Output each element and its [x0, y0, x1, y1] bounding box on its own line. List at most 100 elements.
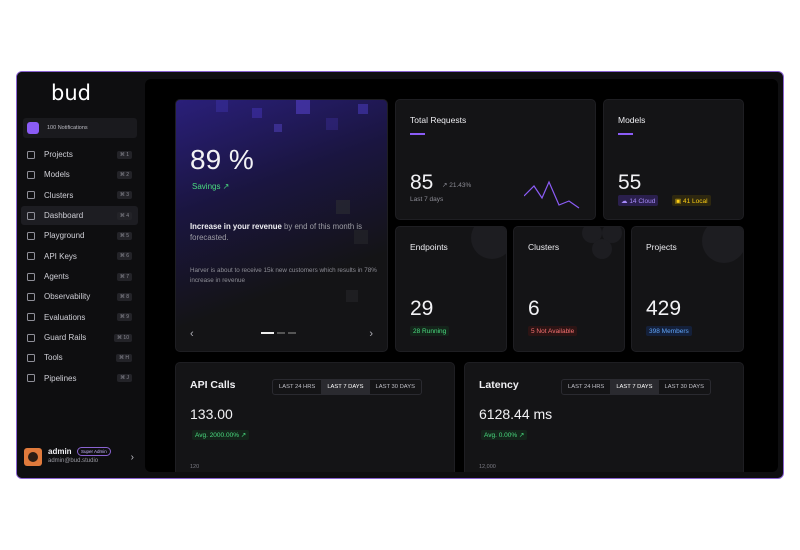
shortcut-badge: ⌘ 8: [116, 292, 132, 301]
models-icon: [27, 170, 35, 179]
forecast-headline: Increase in your revenue by end of this …: [190, 221, 370, 243]
y-axis-tick: 120: [190, 464, 200, 470]
models-card[interactable]: Models 55 ☁ 14 Cloud ▣ 41 Local: [603, 99, 744, 220]
api-calls-value: 133.00: [190, 406, 233, 422]
sidebar-item-label: Clusters: [44, 190, 74, 200]
logo-text: bud: [51, 81, 91, 105]
role-badge: Super Admin: [77, 447, 111, 456]
dashboard-icon: [27, 211, 35, 220]
shortcut-badge: ⌘ 2: [116, 170, 132, 179]
tools-icon: [27, 353, 35, 362]
sidebar-item-agents[interactable]: Agents ⌘ 7: [21, 267, 138, 286]
card-title: API Calls: [190, 379, 236, 391]
projects-bg-icon: [702, 227, 743, 263]
sidebar-item-label: Models: [44, 170, 70, 180]
sidebar-item-label: Pipelines: [44, 373, 77, 383]
total-requests-value: 85: [410, 171, 434, 194]
projects-icon: [27, 150, 35, 159]
shortcut-badge: ⌘ H: [116, 353, 132, 362]
shortcut-badge: ⌘ 6: [116, 252, 132, 261]
sidebar: bud 100 Notifications Projects ⌘ 1 Models…: [17, 72, 142, 478]
observability-icon: [27, 292, 35, 301]
range-option-24h[interactable]: LAST 24 HRS: [562, 380, 610, 394]
app-window: bud 100 Notifications Projects ⌘ 1 Models…: [16, 71, 784, 479]
avatar: [24, 448, 42, 466]
latency-average: Avg. 0.00% ↗: [481, 430, 528, 440]
shortcut-badge: ⌘ 9: [116, 313, 132, 322]
local-models-badge: ▣ 41 Local: [672, 195, 711, 206]
sidebar-item-projects[interactable]: Projects ⌘ 1: [21, 145, 138, 164]
sidebar-item-label: Guard Rails: [44, 333, 87, 343]
shortcut-badge: ⌘ 5: [116, 231, 132, 240]
user-email: admin@bud.studio: [48, 458, 99, 464]
range-option-7d[interactable]: LAST 7 DAYS: [610, 380, 659, 394]
agents-icon: [27, 272, 35, 281]
user-name: admin: [48, 447, 72, 456]
sidebar-item-models[interactable]: Models ⌘ 2: [21, 165, 138, 184]
notifications-button[interactable]: 100 Notifications: [23, 118, 137, 138]
shortcut-badge: ⌘ 7: [116, 272, 132, 281]
total-requests-card[interactable]: Total Requests 85 ↗ 21.43% Last 7 days: [395, 99, 596, 220]
range-option-30d[interactable]: LAST 30 DAYS: [370, 380, 421, 394]
sidebar-item-observability[interactable]: Observability ⌘ 8: [21, 287, 138, 306]
sidebar-item-clusters[interactable]: Clusters ⌘ 3: [21, 186, 138, 205]
range-option-24h[interactable]: LAST 24 HRS: [273, 380, 321, 394]
card-title: Projects: [646, 242, 677, 252]
sidebar-item-label: API Keys: [44, 251, 77, 261]
notification-icon: [27, 122, 39, 134]
sidebar-item-api-keys[interactable]: API Keys ⌘ 6: [21, 247, 138, 266]
range-option-7d[interactable]: LAST 7 DAYS: [321, 380, 370, 394]
bud-logo[interactable]: bud: [49, 80, 109, 106]
sidebar-item-guard-rails[interactable]: Guard Rails ⌘ 10: [21, 328, 138, 347]
sidebar-item-playground[interactable]: Playground ⌘ 5: [21, 226, 138, 245]
guard-rails-icon: [27, 333, 35, 342]
latency-value: 6128.44 ms: [479, 406, 553, 422]
user-profile[interactable]: admin Super Admin admin@bud.studio ›: [24, 446, 136, 470]
chevron-right-icon[interactable]: ›: [131, 452, 134, 463]
accent-underline: [618, 133, 633, 135]
endpoints-bg-icon: [471, 227, 506, 259]
requests-sparkline: [524, 180, 580, 209]
sidebar-nav: Projects ⌘ 1 Models ⌘ 2 Clusters ⌘ 3 Dashbo…: [21, 145, 138, 389]
sidebar-item-label: Observability: [44, 292, 91, 302]
carousel-indicator[interactable]: [261, 332, 296, 334]
cloud-models-badge: ☁ 14 Cloud: [618, 195, 659, 206]
requests-change: ↗ 21.43%: [442, 182, 472, 189]
headline-bold: Increase in your revenue: [190, 222, 282, 231]
clusters-status: 5 Not Available: [528, 326, 578, 336]
latency-range-selector: LAST 24 HRS LAST 7 DAYS LAST 30 DAYS: [561, 379, 711, 395]
projects-status: 398 Members: [646, 326, 692, 336]
range-option-30d[interactable]: LAST 30 DAYS: [659, 380, 710, 394]
chevron-right-icon[interactable]: ›: [369, 328, 373, 340]
endpoints-card[interactable]: Endpoints 29 28 Running: [395, 226, 507, 352]
api-calls-card: API Calls LAST 24 HRS LAST 7 DAYS LAST 3…: [175, 362, 455, 472]
sidebar-item-pipelines[interactable]: Pipelines ⌘ J: [21, 369, 138, 388]
shortcut-badge: ⌘ 4: [116, 211, 132, 220]
card-title: Endpoints: [410, 242, 448, 252]
cloud-label: 14 Cloud: [629, 197, 656, 205]
key-icon: [27, 252, 35, 261]
y-axis-tick: 12,000: [479, 464, 496, 470]
sidebar-item-evaluations[interactable]: Evaluations ⌘ 9: [21, 308, 138, 327]
projects-card[interactable]: Projects 429 398 Members: [631, 226, 744, 352]
endpoints-status: 28 Running: [410, 326, 450, 336]
card-title: Latency: [479, 379, 519, 391]
sidebar-item-tools[interactable]: Tools ⌘ H: [21, 348, 138, 367]
models-value: 55: [618, 171, 642, 194]
clusters-card[interactable]: Clusters 6 5 Not Available: [513, 226, 625, 352]
latency-card: Latency LAST 24 HRS LAST 7 DAYS LAST 30 …: [464, 362, 744, 472]
card-title: Clusters: [528, 242, 560, 252]
card-title: Models: [618, 115, 646, 125]
chevron-left-icon[interactable]: ‹: [190, 328, 194, 340]
sidebar-item-dashboard[interactable]: Dashboard ⌘ 4: [21, 206, 138, 226]
notifications-label: 100 Notifications: [47, 125, 88, 131]
api-calls-average: Avg. 2000.00% ↗: [192, 430, 250, 440]
shortcut-badge: ⌘ 10: [114, 333, 132, 342]
clusters-value: 6: [528, 297, 540, 320]
sidebar-item-label: Playground: [44, 231, 85, 241]
sidebar-item-label: Evaluations: [44, 312, 86, 322]
savings-value: 89 %: [190, 144, 254, 175]
shortcut-badge: ⌘ J: [117, 374, 132, 383]
sidebar-item-label: Tools: [44, 353, 63, 363]
dashboard-main: 89 % Savings ↗ Increase in your revenue …: [145, 79, 778, 472]
